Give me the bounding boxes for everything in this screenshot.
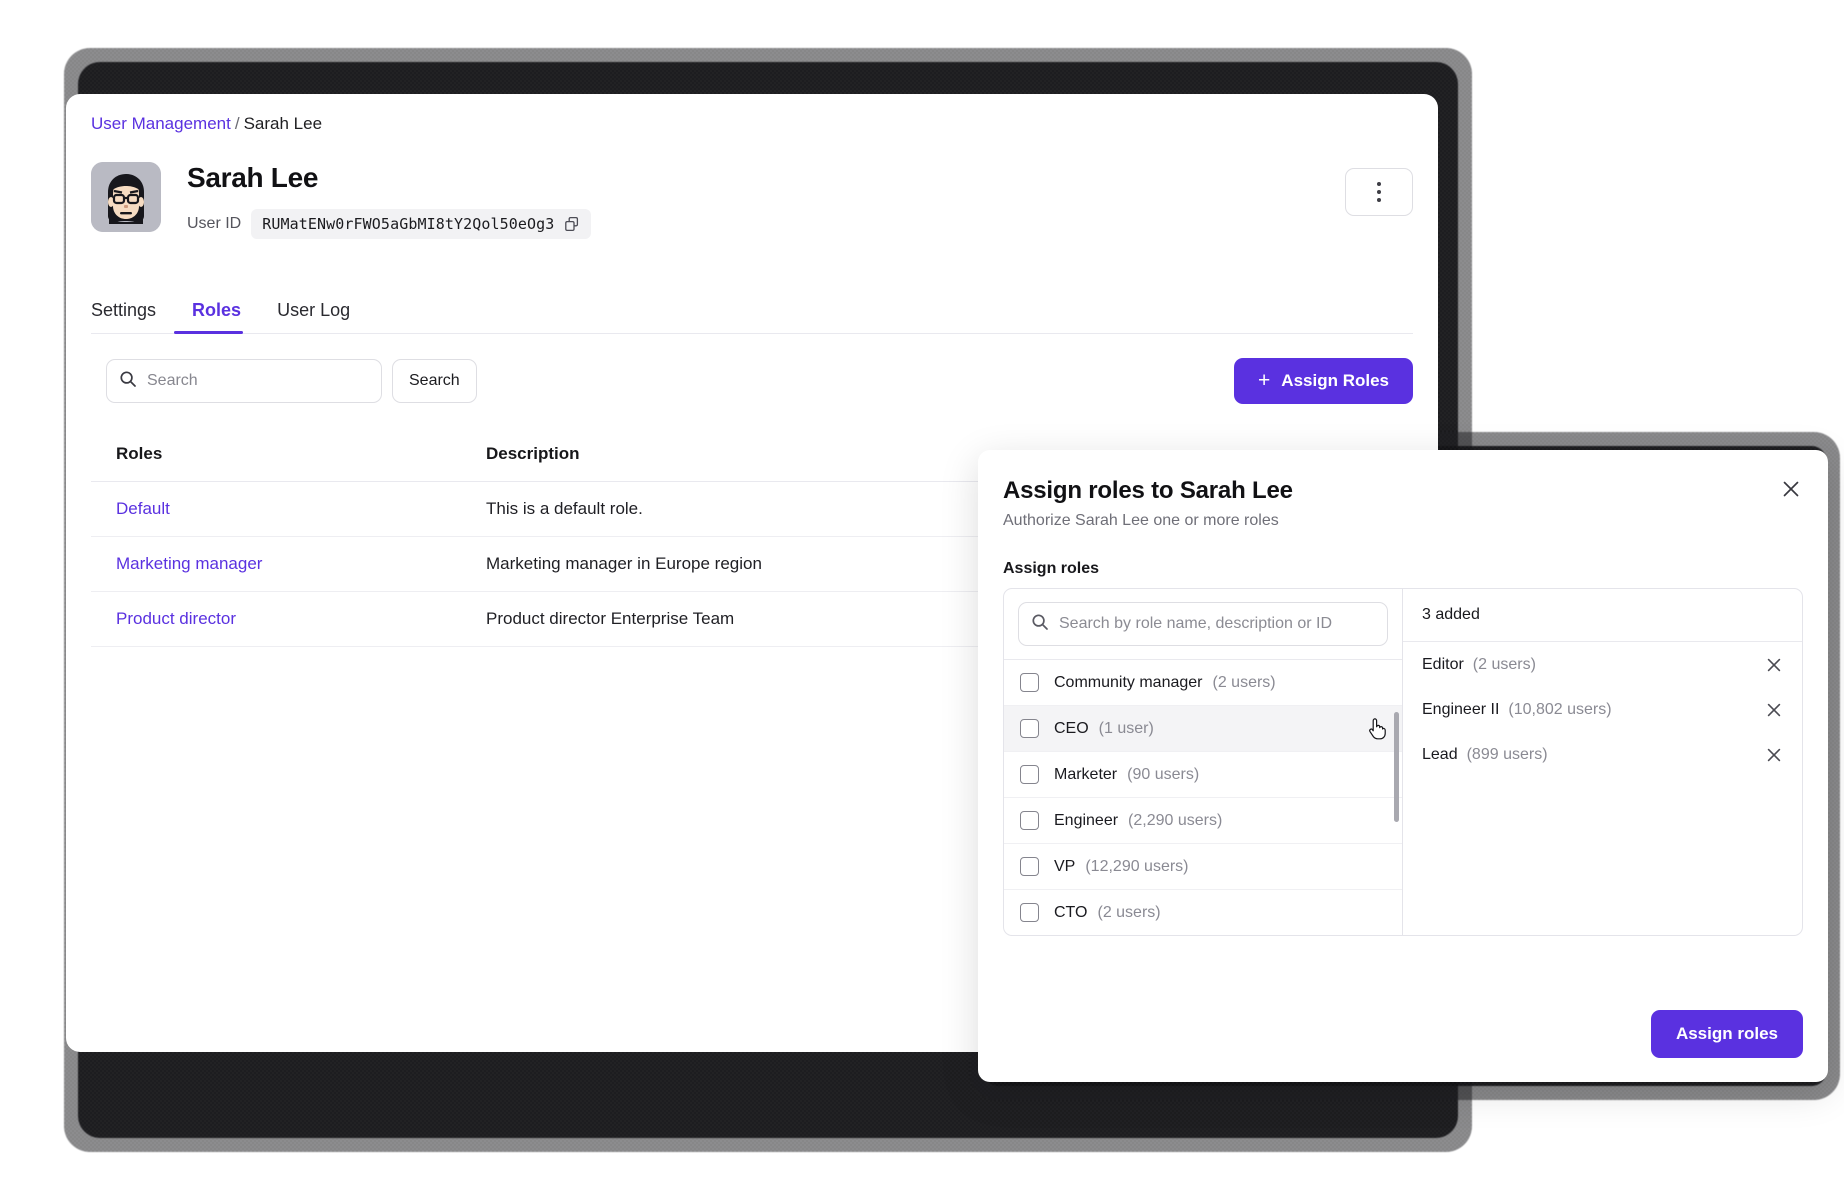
- assign-roles-dialog: Assign roles to Sarah Lee Authorize Sara…: [978, 450, 1828, 1082]
- role-user-count: (2,290 users): [1128, 811, 1223, 829]
- user-id-chip: RUMatENw0rFWO5aGbMI8tY2Qol50eOg3: [251, 209, 592, 239]
- search-button[interactable]: Search: [392, 359, 477, 403]
- role-name: Community manager: [1054, 673, 1203, 691]
- added-role-user-count: (2 users): [1472, 655, 1536, 673]
- search-icon: [119, 370, 137, 393]
- tab-bar: Settings Roles User Log: [91, 290, 1413, 334]
- tab-roles[interactable]: Roles: [174, 300, 259, 334]
- checkbox[interactable]: [1020, 765, 1039, 784]
- added-role-name: Lead: [1422, 745, 1458, 763]
- list-item[interactable]: Engineer (2,290 users): [1004, 798, 1402, 844]
- list-item[interactable]: VP (12,290 users): [1004, 844, 1402, 890]
- checkbox[interactable]: [1020, 673, 1039, 692]
- search-input[interactable]: [147, 372, 369, 390]
- tab-settings[interactable]: Settings: [91, 300, 174, 333]
- added-role-name: Engineer II: [1422, 700, 1500, 718]
- role-link[interactable]: Marketing manager: [116, 554, 486, 574]
- role-name: CEO: [1054, 719, 1089, 737]
- remove-role-icon[interactable]: [1765, 656, 1783, 674]
- search-icon: [1031, 613, 1049, 636]
- kebab-menu-icon: [1377, 182, 1381, 186]
- role-name: Marketer: [1054, 765, 1118, 783]
- breadcrumb-user-management[interactable]: User Management: [91, 114, 231, 133]
- screen-root: User Management / Sarah Lee Sarah Lee Us…: [0, 0, 1844, 1200]
- dialog-footer: Assign roles: [978, 1010, 1803, 1058]
- confirm-assign-roles-button[interactable]: Assign roles: [1650, 1010, 1803, 1058]
- mouse-pointer-icon: [1366, 717, 1386, 740]
- role-user-count: (90 users): [1127, 765, 1200, 783]
- assign-roles-button[interactable]: + Assign Roles: [1234, 358, 1413, 404]
- column-header-roles: Roles: [116, 443, 163, 463]
- list-item: Lead (899 users): [1403, 732, 1802, 777]
- remove-role-icon[interactable]: [1765, 746, 1783, 764]
- breadcrumb-current: Sarah Lee: [243, 114, 323, 133]
- more-actions-button[interactable]: [1345, 168, 1413, 216]
- breadcrumb: User Management / Sarah Lee: [91, 114, 322, 134]
- dialog-title: Assign roles to Sarah Lee: [1003, 477, 1293, 504]
- user-id-label: User ID: [187, 215, 242, 232]
- available-roles-list[interactable]: Community manager (2 users) CEO (1 user): [1004, 660, 1402, 935]
- role-picker: Community manager (2 users) CEO (1 user): [1003, 588, 1803, 936]
- list-item: Engineer II (10,802 users): [1403, 687, 1802, 732]
- role-user-count: (1 user): [1098, 719, 1154, 737]
- assign-roles-section-label: Assign roles: [1003, 560, 1100, 577]
- checkbox[interactable]: [1020, 857, 1039, 876]
- list-item[interactable]: CEO (1 user): [1004, 706, 1402, 752]
- copy-icon[interactable]: [564, 216, 580, 232]
- added-count-label: 3 added: [1403, 589, 1802, 642]
- avatar: [91, 162, 161, 232]
- kebab-menu-icon: [1377, 190, 1381, 194]
- role-search-container: [1004, 589, 1402, 660]
- remove-role-icon[interactable]: [1765, 701, 1783, 719]
- added-roles-list: Editor (2 users) Engineer II (10,802 use…: [1403, 642, 1802, 935]
- list-item[interactable]: CTO (2 users): [1004, 890, 1402, 935]
- role-link[interactable]: Default: [116, 499, 486, 519]
- user-avatar-icon: [91, 162, 161, 232]
- checkbox[interactable]: [1020, 903, 1039, 922]
- list-item: Editor (2 users): [1403, 642, 1802, 687]
- assign-roles-button-label: Assign Roles: [1281, 371, 1389, 390]
- plus-icon: +: [1258, 368, 1271, 392]
- role-search-field[interactable]: [1018, 602, 1388, 646]
- added-role-user-count: (10,802 users): [1508, 700, 1612, 718]
- list-item[interactable]: Marketer (90 users): [1004, 752, 1402, 798]
- close-icon[interactable]: [1776, 474, 1806, 504]
- role-user-count: (12,290 users): [1085, 857, 1189, 875]
- added-role-user-count: (899 users): [1466, 745, 1548, 763]
- role-name: VP: [1054, 857, 1076, 875]
- role-name: Engineer: [1054, 811, 1119, 829]
- role-search-input[interactable]: [1059, 615, 1375, 633]
- search-field[interactable]: [106, 359, 382, 403]
- role-name: CTO: [1054, 903, 1088, 921]
- user-id-row: User ID RUMatENw0rFWO5aGbMI8tY2Qol50eOg3: [187, 209, 592, 239]
- kebab-menu-icon: [1377, 198, 1381, 202]
- breadcrumb-separator: /: [234, 114, 240, 133]
- added-roles-panel: 3 added Editor (2 users) Engineer II (10…: [1403, 589, 1802, 935]
- checkbox[interactable]: [1020, 719, 1039, 738]
- added-role-name: Editor: [1422, 655, 1464, 673]
- list-item[interactable]: Community manager (2 users): [1004, 660, 1402, 706]
- available-roles-panel: Community manager (2 users) CEO (1 user): [1004, 589, 1403, 935]
- user-id-value: RUMatENw0rFWO5aGbMI8tY2Qol50eOg3: [262, 215, 555, 233]
- role-user-count: (2 users): [1097, 903, 1161, 921]
- dialog-subtitle: Authorize Sarah Lee one or more roles: [1003, 512, 1279, 529]
- role-link[interactable]: Product director: [116, 609, 486, 629]
- roles-toolbar: Search + Assign Roles: [106, 358, 1413, 404]
- checkbox[interactable]: [1020, 811, 1039, 830]
- scrollbar-thumb[interactable]: [1394, 712, 1399, 822]
- role-user-count: (2 users): [1212, 673, 1276, 691]
- tab-user-log[interactable]: User Log: [259, 300, 368, 333]
- profile-header: Sarah Lee User ID RUMatENw0rFWO5aGbMI8tY…: [91, 156, 1413, 276]
- scrollbar[interactable]: [1394, 712, 1399, 892]
- page-title: Sarah Lee: [187, 162, 319, 193]
